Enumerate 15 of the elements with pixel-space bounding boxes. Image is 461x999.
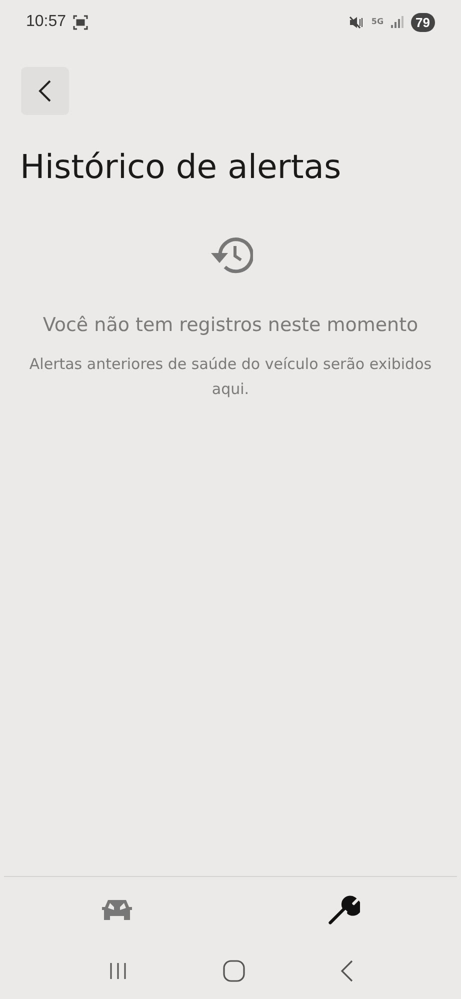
mute-icon <box>349 16 364 28</box>
back-button[interactable] <box>21 67 69 115</box>
history-icon <box>208 236 252 274</box>
page-title: Histórico de alertas <box>20 147 342 186</box>
chevron-left-icon <box>37 79 53 103</box>
back-icon[interactable] <box>340 960 354 982</box>
battery-level: 79 <box>410 12 435 32</box>
empty-heading: Você não tem registros neste momento <box>42 314 418 336</box>
home-icon[interactable] <box>222 960 244 982</box>
status-time: 10:57 <box>26 13 66 31</box>
signal-icon <box>390 16 404 28</box>
network-type: 5G <box>371 18 384 26</box>
screenshot-icon <box>73 14 88 30</box>
empty-message: Alertas anteriores de saúde do veículo serão exibidos aqui. <box>28 354 433 400</box>
recents-icon[interactable] <box>108 962 128 980</box>
